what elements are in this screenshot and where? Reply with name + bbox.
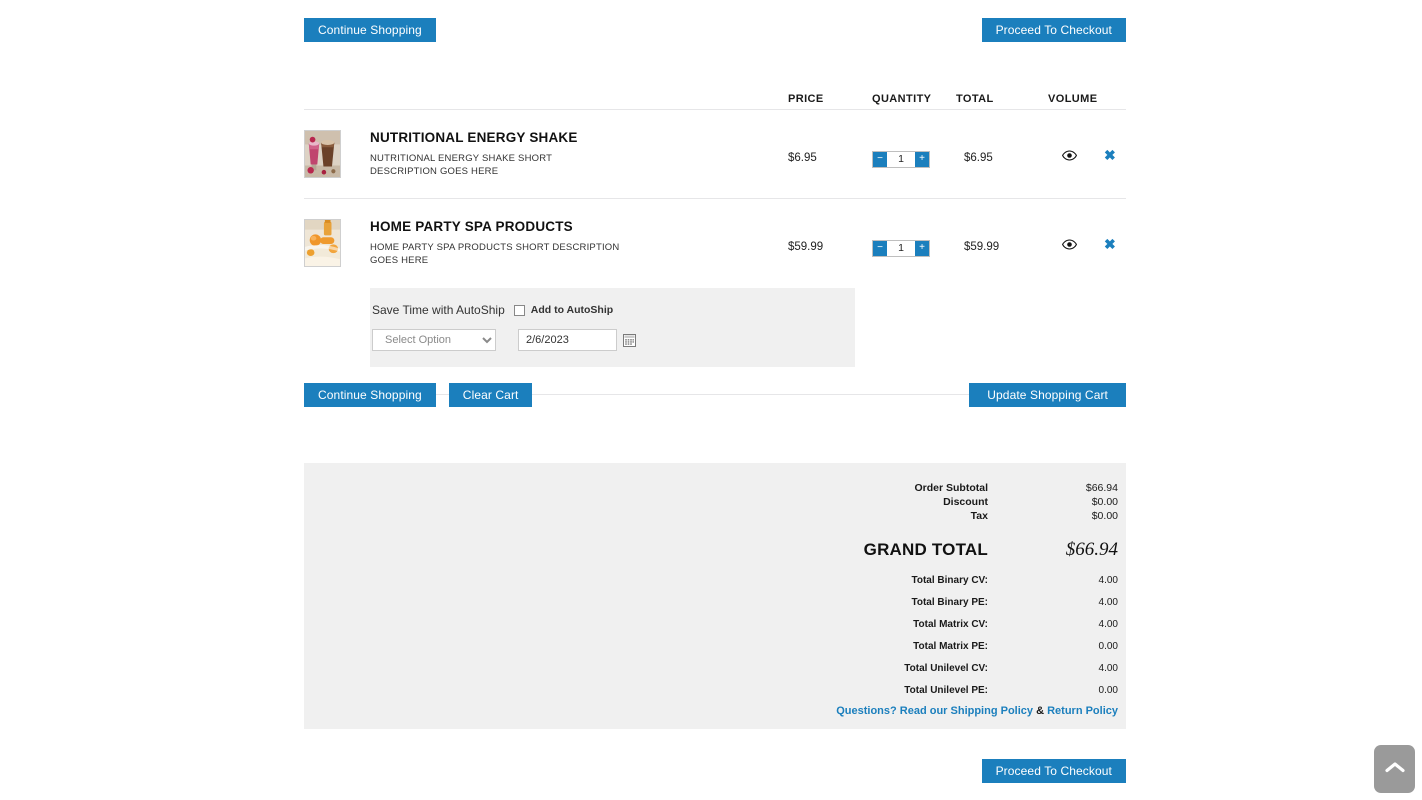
volume-value: 4.00 [1006, 575, 1118, 586]
table-row: NUTRITIONAL ENERGY SHAKE NUTRITIONAL ENE… [304, 110, 1126, 199]
volume-value: 0.00 [1006, 641, 1118, 652]
shopping-cart-page: Continue Shopping Proceed To Checkout PR… [0, 0, 1422, 800]
volume-value: 4.00 [1006, 597, 1118, 608]
product-cell: HOME PARTY SPA PRODUCTS HOME PARTY SPA P… [304, 219, 788, 267]
header-quantity: QUANTITY [872, 93, 956, 105]
volume-actions-cell: ✖ [1048, 219, 1126, 251]
scroll-to-top-button[interactable] [1374, 745, 1415, 793]
summary-line-discount: Discount $0.00 [738, 496, 1118, 508]
volume-label: Total Binary CV: [756, 575, 1006, 586]
grand-total-row: GRAND TOTAL $66.94 [738, 539, 1118, 561]
eye-icon[interactable] [1062, 239, 1077, 250]
product-text: NUTRITIONAL ENERGY SHAKE NUTRITIONAL ENE… [370, 130, 620, 178]
order-summary-content: Order Subtotal $66.94 Discount $0.00 Tax… [738, 482, 1118, 707]
order-summary-panel: Order Subtotal $66.94 Discount $0.00 Tax… [304, 463, 1126, 729]
shipping-policy-link[interactable]: Questions? Read our Shipping Policy [836, 705, 1033, 717]
volume-line-binary-pe: Total Binary PE: 4.00 [738, 597, 1118, 608]
remove-item-button[interactable]: ✖ [1104, 237, 1116, 251]
volume-value: 0.00 [1006, 685, 1118, 696]
volume-line-matrix-cv: Total Matrix CV: 4.00 [738, 619, 1118, 630]
summary-value: $66.94 [1006, 482, 1118, 494]
volume-label: Total Matrix CV: [756, 619, 1006, 630]
close-icon: ✖ [1104, 237, 1116, 251]
autoship-frequency-select[interactable]: Select Option [372, 329, 496, 351]
product-title: NUTRITIONAL ENERGY SHAKE [370, 131, 620, 146]
product-thumbnail-spa[interactable] [304, 219, 341, 267]
bottom-toolbar: Proceed To Checkout [304, 759, 1126, 783]
product-text: HOME PARTY SPA PRODUCTS HOME PARTY SPA P… [370, 219, 620, 267]
table-row: HOME PARTY SPA PRODUCTS HOME PARTY SPA P… [304, 199, 1126, 288]
product-price: $59.99 [788, 219, 872, 253]
summary-value: $0.00 [1006, 496, 1118, 508]
autoship-date-input[interactable] [518, 329, 617, 351]
close-icon: ✖ [1104, 148, 1116, 162]
product-description: NUTRITIONAL ENERGY SHAKE SHORT DESCRIPTI… [370, 153, 620, 179]
product-thumbnail-shake[interactable] [304, 130, 341, 178]
volume-line-unilevel-pe: Total Unilevel PE: 0.00 [738, 685, 1118, 696]
volume-label: Total Binary PE: [756, 597, 1006, 608]
summary-line-subtotal: Order Subtotal $66.94 [738, 482, 1118, 494]
quantity-stepper[interactable]: − + [872, 151, 930, 168]
cart-table-header: PRICE QUANTITY TOTAL VOLUME [304, 84, 1126, 110]
continue-shopping-button-mid[interactable]: Continue Shopping [304, 383, 436, 407]
autoship-header: Save Time with AutoShip Add to AutoShip [370, 303, 855, 317]
quantity-input[interactable] [887, 241, 915, 256]
quantity-decrement-button[interactable]: − [873, 241, 887, 256]
summary-label: Discount [756, 496, 1006, 508]
volume-line-binary-cv: Total Binary CV: 4.00 [738, 575, 1118, 586]
product-price: $6.95 [788, 130, 872, 164]
product-line-total: $6.95 [956, 130, 1048, 164]
summary-value: $0.00 [1006, 510, 1118, 522]
product-title: HOME PARTY SPA PRODUCTS [370, 220, 620, 235]
quantity-stepper[interactable]: − + [872, 240, 930, 257]
summary-label: Order Subtotal [756, 482, 1006, 494]
policy-separator: & [1036, 705, 1044, 717]
autoship-panel: Save Time with AutoShip Add to AutoShip … [370, 288, 855, 367]
mid-toolbar: Continue Shopping Clear Cart Update Shop… [304, 383, 1126, 407]
quantity-decrement-button[interactable]: − [873, 152, 887, 167]
product-description: HOME PARTY SPA PRODUCTS SHORT DESCRIPTIO… [370, 242, 620, 268]
header-volume: VOLUME [1048, 93, 1126, 105]
volume-value: 4.00 [1006, 619, 1118, 630]
quantity-cell: − + [872, 219, 956, 257]
volume-line-matrix-pe: Total Matrix PE: 0.00 [738, 641, 1118, 652]
cart-table: PRICE QUANTITY TOTAL VOLUME [304, 84, 1126, 395]
volume-label: Total Unilevel CV: [756, 663, 1006, 674]
autoship-label: Save Time with AutoShip [372, 303, 505, 317]
header-total: TOTAL [956, 93, 1048, 105]
header-price: PRICE [788, 93, 872, 105]
remove-item-button[interactable]: ✖ [1104, 148, 1116, 162]
grand-total-value: $66.94 [1006, 539, 1118, 561]
volume-actions-cell: ✖ [1048, 130, 1126, 162]
quantity-input[interactable] [887, 152, 915, 167]
quantity-cell: − + [872, 130, 956, 168]
calendar-icon[interactable] [623, 334, 636, 347]
volume-label: Total Matrix PE: [756, 641, 1006, 652]
summary-line-tax: Tax $0.00 [738, 510, 1118, 522]
grand-total-label: GRAND TOTAL [756, 540, 1006, 560]
product-cell: NUTRITIONAL ENERGY SHAKE NUTRITIONAL ENE… [304, 130, 788, 178]
autoship-controls: Select Option [370, 329, 855, 351]
proceed-to-checkout-button-bottom[interactable]: Proceed To Checkout [982, 759, 1126, 783]
continue-shopping-button-top[interactable]: Continue Shopping [304, 18, 436, 42]
proceed-to-checkout-button-top[interactable]: Proceed To Checkout [982, 18, 1126, 42]
volume-value: 4.00 [1006, 663, 1118, 674]
summary-label: Tax [756, 510, 1006, 522]
chevron-up-icon [1385, 761, 1405, 777]
top-toolbar: Continue Shopping Proceed To Checkout [304, 18, 1126, 42]
return-policy-link[interactable]: Return Policy [1047, 705, 1118, 717]
product-line-total: $59.99 [956, 219, 1048, 253]
autoship-section: Save Time with AutoShip Add to AutoShip … [304, 288, 1126, 395]
policy-links: Questions? Read our Shipping Policy & Re… [836, 705, 1118, 717]
quantity-increment-button[interactable]: + [915, 152, 929, 167]
mid-toolbar-left: Continue Shopping Clear Cart [304, 383, 532, 407]
quantity-increment-button[interactable]: + [915, 241, 929, 256]
update-shopping-cart-button[interactable]: Update Shopping Cart [969, 383, 1126, 407]
volume-label: Total Unilevel PE: [756, 685, 1006, 696]
add-to-autoship-label: Add to AutoShip [531, 304, 613, 316]
volume-line-unilevel-cv: Total Unilevel CV: 4.00 [738, 663, 1118, 674]
clear-cart-button[interactable]: Clear Cart [449, 383, 533, 407]
add-to-autoship-checkbox[interactable] [514, 305, 525, 316]
eye-icon[interactable] [1062, 150, 1077, 161]
